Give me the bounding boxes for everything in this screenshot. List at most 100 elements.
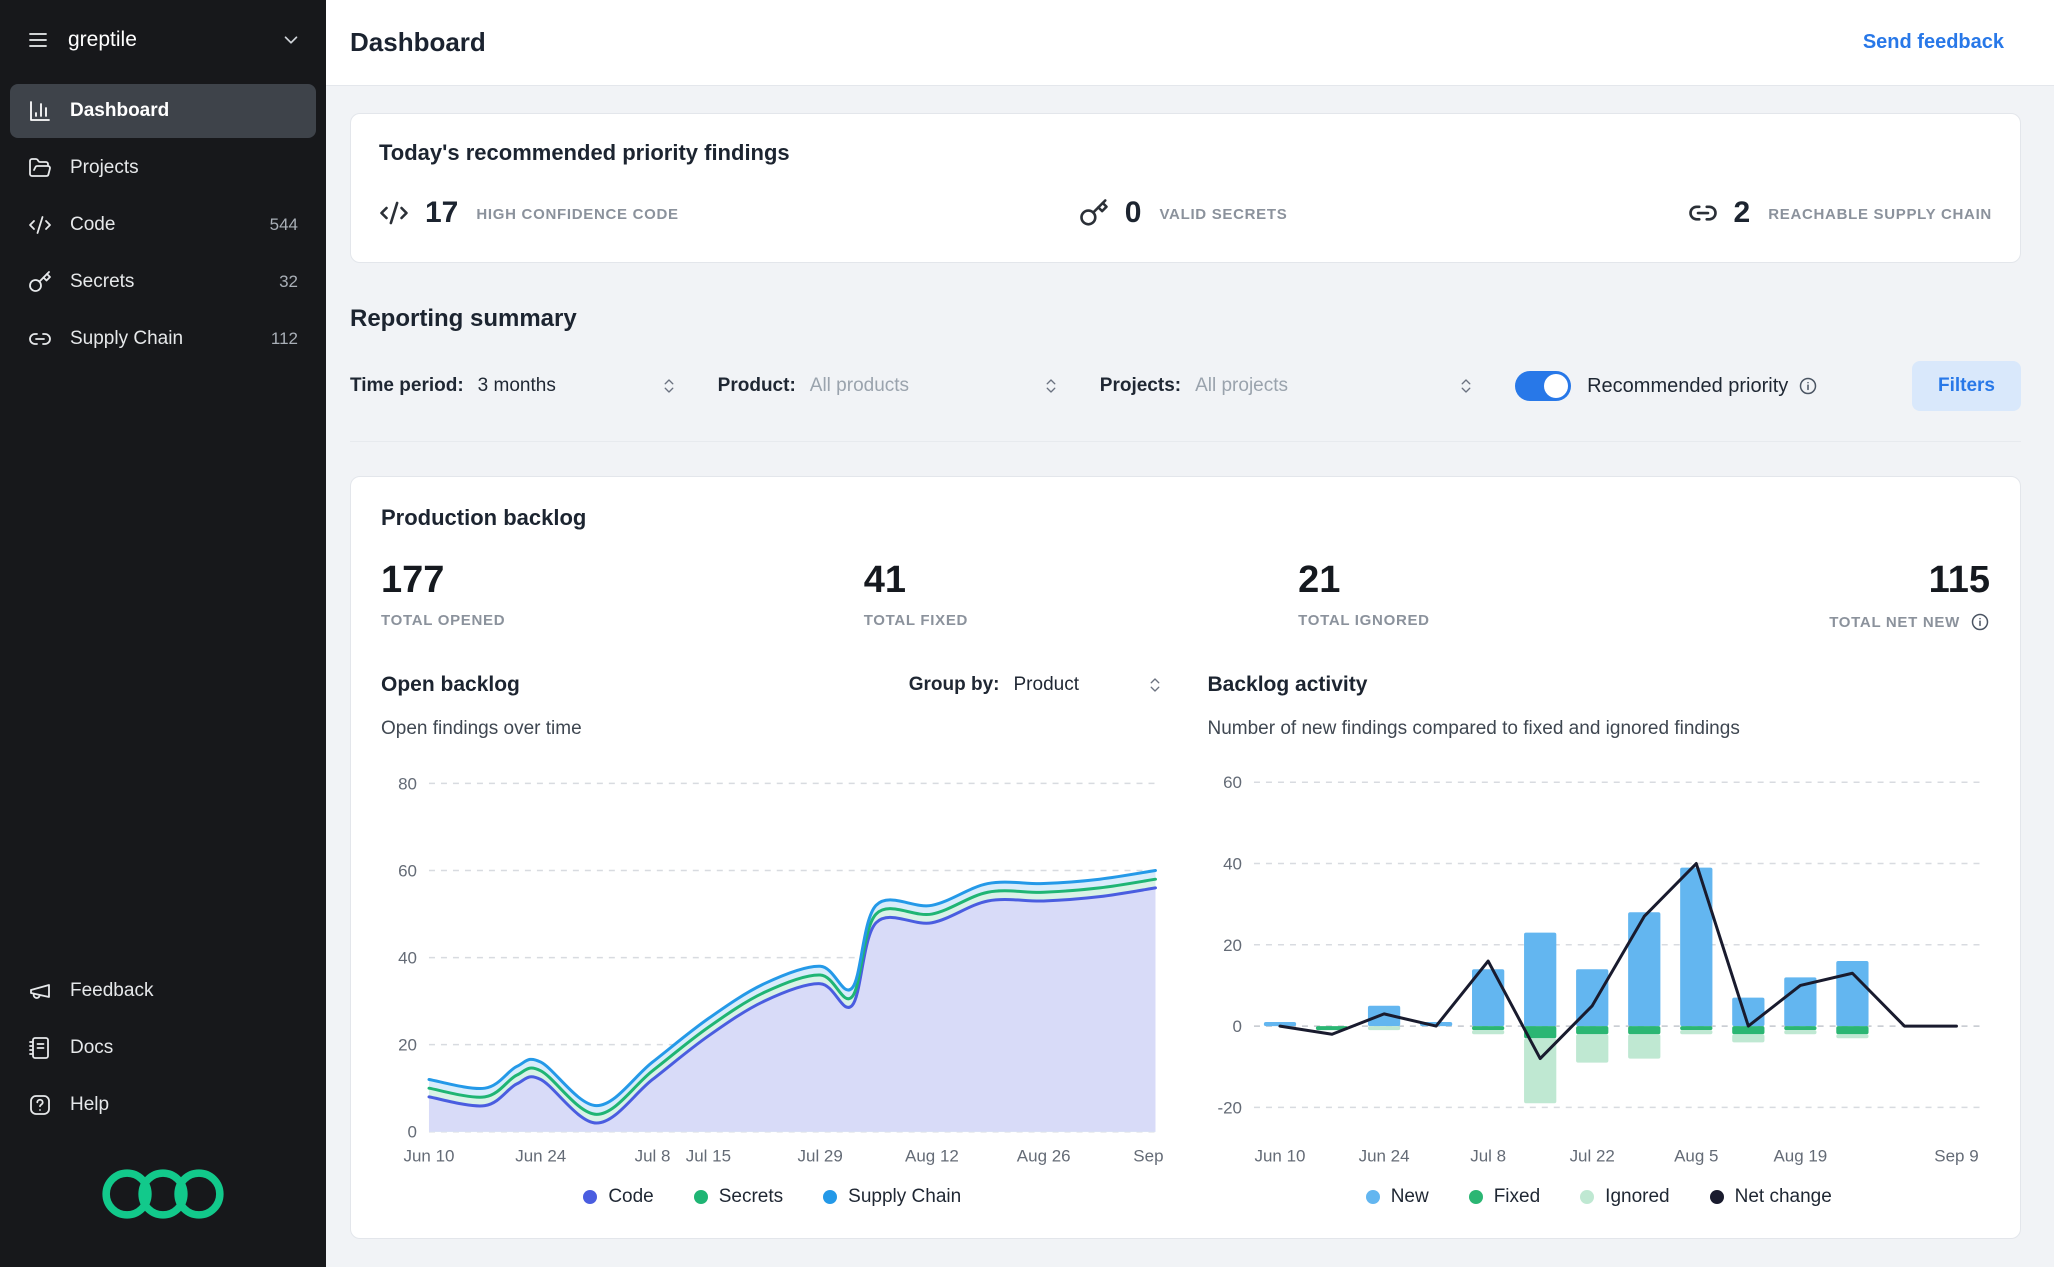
projects-value: All projects xyxy=(1195,375,1289,396)
sidebar-item-docs[interactable]: Docs xyxy=(10,1021,316,1075)
svg-text:Jul 15: Jul 15 xyxy=(686,1147,731,1166)
svg-text:Jul 8: Jul 8 xyxy=(1470,1147,1506,1166)
backlog-activity-chart[interactable]: -20 0 20 40 60 Jun 10 Jun 24 Jul 8 Jul 22 Aug 5 Au… xyxy=(1208,752,1991,1172)
open-backlog-section: Open backlog Group by: Product Open find… xyxy=(381,668,1164,1208)
svg-text:40: 40 xyxy=(1223,855,1242,874)
svg-text:Jul 29: Jul 29 xyxy=(798,1147,843,1166)
legend-label: Code xyxy=(608,1185,654,1207)
sidebar-item-supply-chain[interactable]: Supply Chain 112 xyxy=(10,312,316,366)
stat-label: REACHABLE SUPPLY CHAIN xyxy=(1768,206,1992,223)
sidebar-item-label: Supply Chain xyxy=(70,328,184,349)
backlog-activity-legend: New Fixed Ignored Net change xyxy=(1208,1186,1991,1208)
total-ignored: 21 TOTAL IGNORED xyxy=(1298,559,1765,632)
secrets-legend-dot xyxy=(693,1189,708,1204)
toggle-knob xyxy=(1544,374,1569,398)
key-icon xyxy=(1079,198,1109,228)
svg-text:Jun 24: Jun 24 xyxy=(515,1147,566,1166)
help-icon xyxy=(28,1093,52,1117)
code-icon xyxy=(28,213,52,237)
sidebar-item-feedback[interactable]: Feedback xyxy=(10,964,316,1018)
stat-reachable-supply-chain[interactable]: 2 REACHABLE SUPPLY CHAIN xyxy=(1688,196,1992,230)
total-value: 115 xyxy=(1928,559,1990,601)
product-select[interactable]: All products xyxy=(810,375,1060,397)
total-label: TOTAL FIXED xyxy=(863,612,969,629)
total-value: 41 xyxy=(863,559,906,601)
svg-text:Sep 9: Sep 9 xyxy=(1934,1147,1978,1166)
backlog-card-title: Production backlog xyxy=(381,505,587,530)
sidebar-item-label: Feedback xyxy=(70,980,154,1001)
app-root: greptile Dashboard Projects Code 544 Sec… xyxy=(0,0,2054,1267)
link-icon xyxy=(1688,198,1718,228)
sidebar-item-count: 112 xyxy=(270,329,298,348)
stat-high-confidence-code[interactable]: 17 HIGH CONFIDENCE CODE xyxy=(379,196,679,230)
filters-button[interactable]: Filters xyxy=(1911,361,2021,411)
stat-value: 0 xyxy=(1124,196,1142,229)
sidebar-item-secrets[interactable]: Secrets 32 xyxy=(10,255,316,309)
sidebar: greptile Dashboard Projects Code 544 Sec… xyxy=(0,0,326,1267)
code-legend-dot xyxy=(583,1189,598,1204)
svg-text:-20: -20 xyxy=(1217,1098,1242,1117)
svg-text:0: 0 xyxy=(408,1123,417,1142)
svg-text:80: 80 xyxy=(398,774,417,793)
open-backlog-legend: Code Secrets Supply Chain xyxy=(381,1186,1164,1208)
product-filter: Product: All products xyxy=(718,375,1060,397)
priority-findings-card: Today's recommended priority findings 17… xyxy=(350,113,2021,263)
chevrons-up-down-icon xyxy=(660,377,678,395)
stat-label: VALID SECRETS xyxy=(1159,206,1288,223)
backlog-activity-header: Backlog activity xyxy=(1208,668,1991,702)
info-icon[interactable] xyxy=(1970,612,1990,632)
legend-item-ignored: Ignored xyxy=(1580,1186,1670,1208)
sidebar-item-projects[interactable]: Projects xyxy=(10,141,316,195)
stat-label: HIGH CONFIDENCE CODE xyxy=(476,206,679,223)
open-backlog-header: Open backlog Group by: Product xyxy=(381,668,1164,702)
recommended-priority-toggle[interactable] xyxy=(1515,371,1572,401)
projects-select[interactable]: All projects xyxy=(1195,375,1475,397)
info-icon[interactable] xyxy=(1798,376,1818,396)
sidebar-item-help[interactable]: Help xyxy=(10,1078,316,1132)
chevrons-up-down-icon xyxy=(1457,377,1475,395)
code-icon xyxy=(379,198,409,228)
menu-icon[interactable] xyxy=(26,28,50,52)
backlog-totals-row: 177 TOTAL OPENED 41 TOTAL FIXED 21 TOTAL… xyxy=(381,559,1990,632)
send-feedback-link[interactable]: Send feedback xyxy=(1863,31,2004,54)
sidebar-footer: Feedback Docs Help xyxy=(0,964,326,1267)
time-period-select[interactable]: 3 months xyxy=(478,375,678,397)
topbar: Dashboard Send feedback xyxy=(326,0,2054,86)
svg-text:Aug 12: Aug 12 xyxy=(905,1147,959,1166)
new-legend-dot xyxy=(1365,1189,1380,1204)
chevron-down-icon[interactable] xyxy=(280,29,302,51)
svg-text:Jun 10: Jun 10 xyxy=(404,1147,455,1166)
legend-item-supply-chain: Supply Chain xyxy=(823,1186,961,1208)
sidebar-item-label: Dashboard xyxy=(70,100,170,121)
supply-chain-legend-dot xyxy=(823,1189,838,1204)
legend-item-code: Code xyxy=(583,1185,654,1208)
sidebar-item-count: 32 xyxy=(279,272,298,291)
sidebar-item-code[interactable]: Code 544 xyxy=(10,198,316,252)
production-backlog-card: Production backlog 177 TOTAL OPENED 41 T… xyxy=(350,476,2021,1239)
total-opened: 177 TOTAL OPENED xyxy=(381,559,864,632)
chevrons-up-down-icon xyxy=(1146,676,1164,694)
open-backlog-chart[interactable]: 0 20 40 60 80 Jun 10 Jun 24 Jul 8 Jul 15 Jul 29 Au… xyxy=(381,752,1164,1172)
group-by-select[interactable]: Product xyxy=(1014,674,1164,696)
content: Today's recommended priority findings 17… xyxy=(326,86,2054,1267)
sidebar-item-label: Docs xyxy=(70,1037,114,1058)
time-period-filter: Time period: 3 months xyxy=(350,375,678,397)
stat-value: 17 xyxy=(425,196,459,229)
total-fixed: 41 TOTAL FIXED xyxy=(864,559,1298,632)
stat-valid-secrets[interactable]: 0 VALID SECRETS xyxy=(1079,196,1288,230)
total-label: TOTAL OPENED xyxy=(381,612,506,629)
total-label-text: TOTAL NET NEW xyxy=(1829,613,1960,631)
folder-open-icon xyxy=(28,156,52,180)
legend-item-secrets: Secrets xyxy=(693,1186,783,1208)
open-backlog-title: Open backlog xyxy=(381,673,520,696)
sidebar-item-label: Help xyxy=(70,1094,110,1115)
filters-row: Time period: 3 months Product: All produ… xyxy=(350,361,2021,442)
fixed-legend-dot xyxy=(1468,1189,1483,1204)
svg-text:40: 40 xyxy=(398,949,417,968)
book-icon xyxy=(28,1036,52,1060)
product-value: All products xyxy=(809,375,910,396)
sidebar-item-dashboard[interactable]: Dashboard xyxy=(10,84,316,138)
svg-text:0: 0 xyxy=(1232,1017,1241,1036)
total-net-new: 115 TOTAL NET NEW xyxy=(1829,559,1990,632)
sidebar-item-count: 544 xyxy=(269,215,298,234)
